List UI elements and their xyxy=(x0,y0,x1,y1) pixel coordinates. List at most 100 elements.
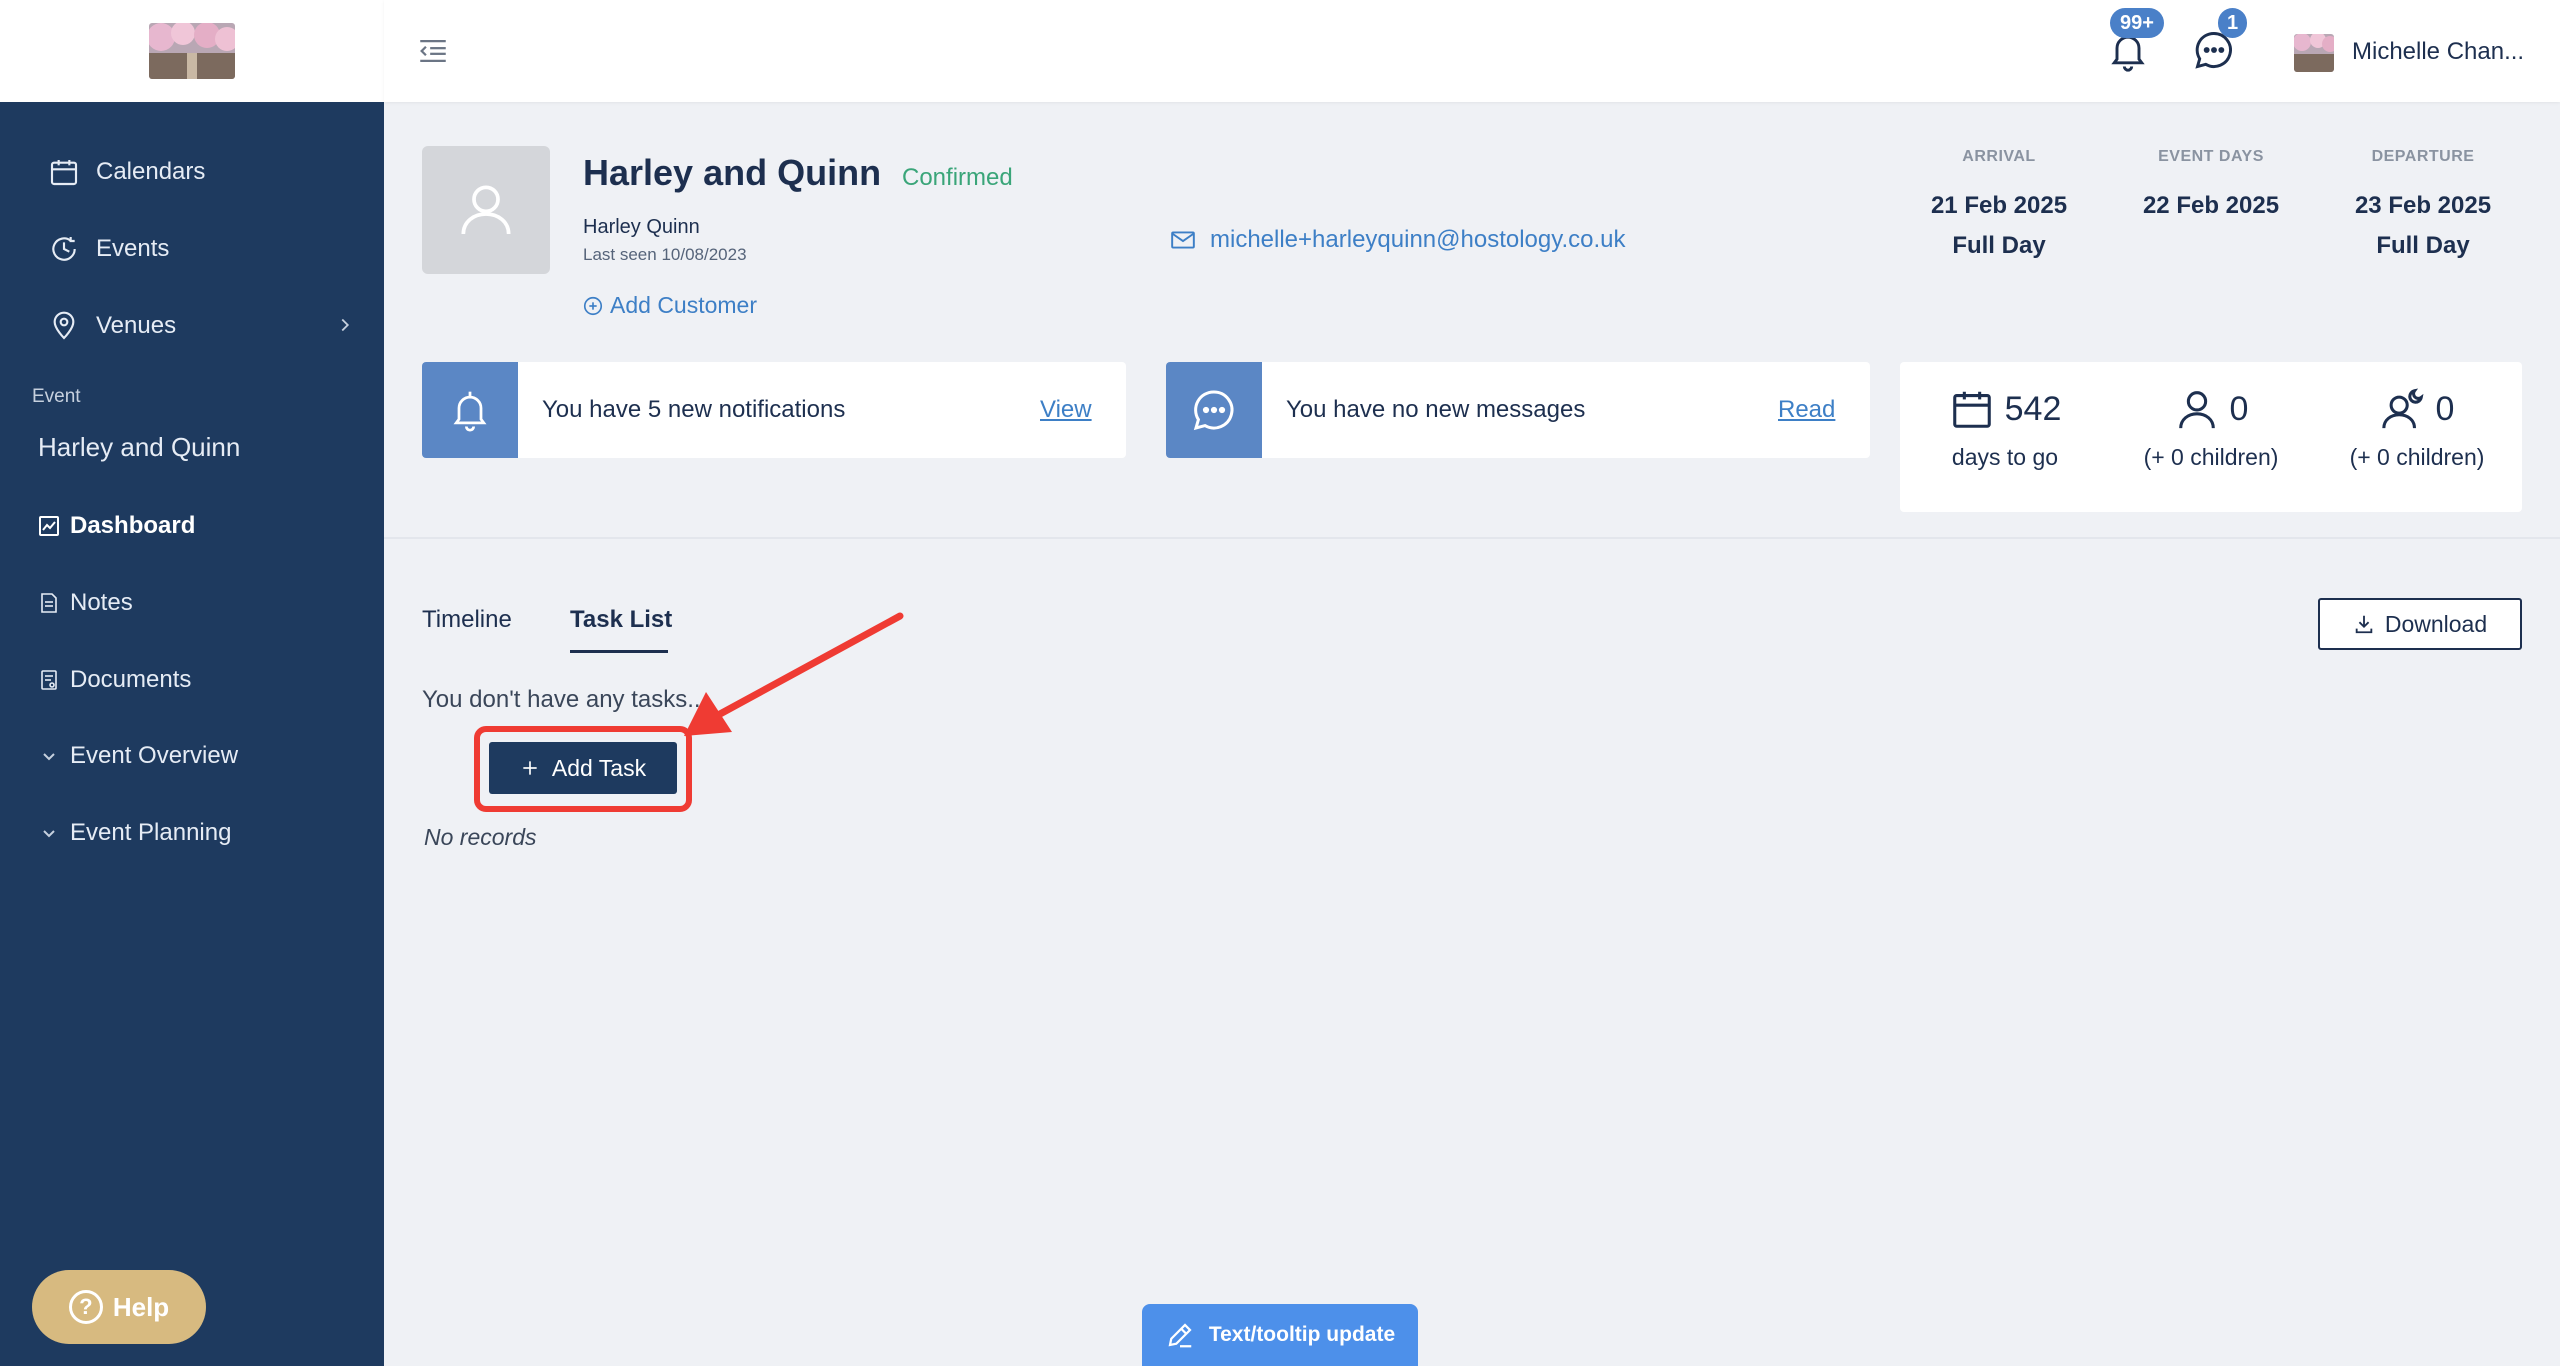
topbar: 99+ 1 Michelle Chan... xyxy=(384,0,2560,102)
arrival-sub: Full Day xyxy=(1952,232,2046,259)
notifications-button[interactable]: 99+ xyxy=(2106,8,2164,72)
guests-stat: 0 (+ 0 children) xyxy=(2106,386,2316,471)
event-days-date: 22 Feb 2025 xyxy=(2142,192,2280,219)
download-button[interactable]: Download xyxy=(2318,598,2522,650)
days-value: 542 xyxy=(2004,389,2062,428)
arrival-column: ARRIVAL 21 Feb 2025 Full Day xyxy=(1894,148,2104,260)
sidebar-item-calendars[interactable]: Calendars xyxy=(0,142,384,202)
plus-circle-icon xyxy=(583,296,603,315)
mail-icon xyxy=(1171,231,1195,249)
plus-icon xyxy=(523,761,537,775)
chart-icon xyxy=(32,506,66,546)
overnight-value: 0 xyxy=(2435,389,2455,428)
overnight-caption: (+ 0 children) xyxy=(2349,444,2485,470)
event-status: Confirmed xyxy=(902,164,1013,191)
logo-area xyxy=(0,0,384,102)
sidebar-item-dashboard[interactable]: Dashboard xyxy=(0,496,384,556)
sidebar-event-name[interactable]: Harley and Quinn xyxy=(38,432,240,463)
bell-icon xyxy=(453,391,487,432)
read-messages-link[interactable]: Read xyxy=(1778,396,1835,424)
guests-value: 0 xyxy=(2229,389,2249,428)
days-to-go-stat: 542 days to go xyxy=(1900,386,2110,471)
notifications-card-icon xyxy=(422,362,518,458)
download-icon xyxy=(2355,615,2373,634)
user-icon xyxy=(461,185,511,235)
view-notifications-link[interactable]: View xyxy=(1040,396,1092,424)
logo[interactable] xyxy=(149,23,235,79)
arrow-annotation xyxy=(684,612,904,736)
help-label: Help xyxy=(112,1291,170,1322)
pencil-icon xyxy=(1168,1323,1192,1348)
active-tab-indicator xyxy=(570,650,668,653)
departure-label: DEPARTURE xyxy=(2371,148,2475,165)
note-icon xyxy=(32,583,66,623)
sidebar-item-label: Calendars xyxy=(96,158,206,185)
event-days-label: EVENT DAYS xyxy=(2158,148,2264,165)
document-icon xyxy=(32,660,66,700)
tooltip-update-label: Text/tooltip update xyxy=(1208,1323,1396,1346)
location-pin-icon xyxy=(44,306,84,346)
arrival-label: ARRIVAL xyxy=(1962,148,2036,165)
sidebar-item-event-overview[interactable]: Event Overview xyxy=(0,726,384,786)
guests-caption: (+ 0 children) xyxy=(2143,444,2279,470)
sidebar-item-label: Event Overview xyxy=(70,742,239,769)
user-name[interactable]: Michelle Chan... xyxy=(2352,38,2524,66)
event-title: Harley and Quinn xyxy=(583,152,882,193)
sidebar-item-documents[interactable]: Documents xyxy=(0,650,384,710)
add-task-button[interactable]: Add Task xyxy=(489,742,677,794)
sidebar-item-venues[interactable]: Venues xyxy=(0,296,384,356)
email-text: michelle+harleyquinn@hostology.co.uk xyxy=(1210,226,1626,253)
download-label: Download xyxy=(2384,610,2488,637)
add-customer-label: Add Customer xyxy=(610,292,758,318)
notifications-card: You have 5 new notifications View xyxy=(422,362,1126,458)
no-records-text: No records xyxy=(424,824,537,850)
departure-date: 23 Feb 2025 xyxy=(2354,192,2492,219)
messages-button[interactable]: 1 xyxy=(2192,8,2248,72)
sidebar-item-events[interactable]: Events xyxy=(0,219,384,279)
tab-timeline[interactable]: Timeline xyxy=(422,606,512,634)
sidebar-item-label: Dashboard xyxy=(70,512,196,539)
days-caption: days to go xyxy=(1951,444,2059,470)
messages-badge: 1 xyxy=(2218,8,2248,38)
sidebar: Calendars Events Venues Event Harley and… xyxy=(0,0,384,1366)
collapse-menu-icon[interactable] xyxy=(416,34,450,68)
person-moon-icon xyxy=(2381,388,2423,429)
no-tasks-message: You don't have any tasks... xyxy=(422,686,708,713)
sidebar-item-label: Notes xyxy=(70,589,133,616)
customer-email[interactable]: michelle+harleyquinn@hostology.co.uk xyxy=(1170,226,1626,254)
chat-icon xyxy=(1193,390,1234,431)
add-task-label: Add Task xyxy=(551,754,647,781)
departure-column: DEPARTURE 23 Feb 2025 Full Day xyxy=(2318,148,2528,260)
section-divider xyxy=(384,537,2560,539)
sidebar-item-label: Event Planning xyxy=(70,819,232,846)
event-days-column: EVENT DAYS 22 Feb 2025 xyxy=(2106,148,2316,220)
sidebar-item-label: Venues xyxy=(96,312,177,339)
customer-avatar xyxy=(422,146,550,274)
overnight-stat: 0 (+ 0 children) xyxy=(2312,386,2522,471)
sidebar-item-label: Events xyxy=(96,235,170,262)
messages-card-icon xyxy=(1166,362,1262,458)
arrival-date: 21 Feb 2025 xyxy=(1930,192,2068,219)
chevron-down-icon xyxy=(32,813,66,853)
sidebar-item-notes[interactable]: Notes xyxy=(0,573,384,633)
user-avatar[interactable] xyxy=(2294,34,2334,72)
sidebar-item-label: Documents xyxy=(70,666,192,693)
chevron-right-icon xyxy=(341,318,350,332)
stats-card: 542 days to go 0 (+ 0 children) 0 (+ 0 c… xyxy=(1900,362,2522,512)
messages-text: You have no new messages xyxy=(1286,396,1586,423)
notifications-text: You have 5 new notifications xyxy=(542,396,846,423)
help-button[interactable]: ? Help xyxy=(32,1270,206,1344)
calendar-icon xyxy=(44,152,84,192)
person-icon xyxy=(2178,391,2215,429)
departure-sub: Full Day xyxy=(2376,232,2470,259)
calendar-icon xyxy=(1952,391,1991,428)
tab-task-list[interactable]: Task List xyxy=(570,606,672,634)
customer-name: Harley Quinn xyxy=(583,216,700,238)
messages-card: You have no new messages Read xyxy=(1166,362,1870,458)
notifications-badge: 99+ xyxy=(2110,8,2164,38)
sidebar-item-event-planning[interactable]: Event Planning xyxy=(0,803,384,863)
events-clock-icon xyxy=(44,229,84,269)
question-icon: ? xyxy=(68,1290,103,1324)
text-tooltip-update-button[interactable]: Text/tooltip update xyxy=(1142,1304,1418,1366)
add-customer-link[interactable]: Add Customer xyxy=(582,292,757,319)
